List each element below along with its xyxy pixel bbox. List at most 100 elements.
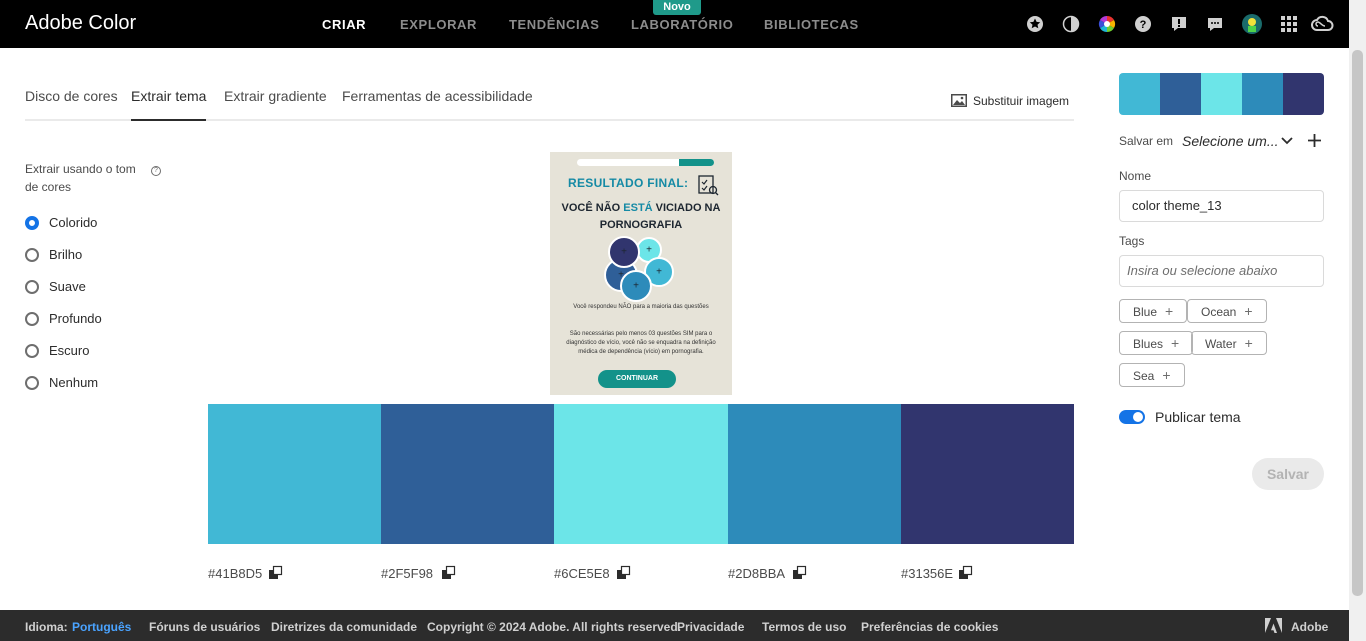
- copy-icon[interactable]: [441, 565, 456, 580]
- radio-button[interactable]: [25, 248, 39, 262]
- top-bar: Adobe Color CRIAR EXPLORAR TENDÊNCIAS LA…: [0, 0, 1366, 48]
- tag-label: Water: [1205, 337, 1237, 351]
- help-icon[interactable]: ?: [1134, 15, 1152, 33]
- tags-input[interactable]: Insira ou selecione abaixo: [1119, 255, 1324, 287]
- copy-icon[interactable]: [958, 565, 973, 580]
- hex-value-4[interactable]: #2D8BBA: [728, 566, 785, 581]
- color-swatch-5[interactable]: [901, 404, 1074, 544]
- publish-toggle[interactable]: [1119, 410, 1145, 424]
- nav-tendencias[interactable]: TENDÊNCIAS: [509, 17, 600, 32]
- radio-label: Escuro: [49, 343, 90, 358]
- tag-water[interactable]: Water +: [1191, 331, 1267, 355]
- save-button[interactable]: Salvar: [1252, 458, 1324, 490]
- source-image[interactable]: RESULTADO FINAL: VOCÊ NÃO ESTÁ VICIADO N…: [550, 152, 732, 395]
- footer: Idioma: Português Fóruns de usuários Dir…: [0, 610, 1349, 641]
- preview-swatch-2: [1160, 73, 1201, 115]
- publish-label: Publicar tema: [1155, 409, 1241, 425]
- hex-value-2[interactable]: #2F5F98: [381, 566, 433, 581]
- tab-extrair-gradiente[interactable]: Extrair gradiente: [224, 88, 327, 121]
- radio-label: Suave: [49, 279, 86, 294]
- chevron-down-icon[interactable]: [1281, 136, 1293, 146]
- color-wheel-icon[interactable]: [1098, 15, 1116, 33]
- adobe-logo-icon: [1265, 618, 1282, 633]
- footer-link-forums[interactable]: Fóruns de usuários: [149, 620, 260, 634]
- tag-label: Blue: [1133, 305, 1158, 319]
- radio-button[interactable]: [25, 216, 39, 230]
- copy-icon[interactable]: [616, 565, 631, 580]
- radio-label: Profundo: [49, 311, 102, 326]
- preview-swatch-5: [1283, 73, 1324, 115]
- tag-label: Sea: [1133, 369, 1155, 383]
- preview-swatch-4: [1242, 73, 1283, 115]
- plus-icon: +: [1244, 303, 1253, 319]
- plus-icon: +: [1244, 335, 1253, 351]
- preview-swatch-3: [1201, 73, 1242, 115]
- replace-image-button[interactable]: Substituir imagem: [951, 94, 1069, 108]
- scrollbar[interactable]: [1349, 0, 1366, 641]
- tab-disco-de-cores[interactable]: Disco de cores: [25, 88, 118, 121]
- creative-cloud-icon[interactable]: [1310, 15, 1334, 33]
- image-progress-bar: [577, 159, 714, 166]
- tag-label: Blues: [1133, 337, 1164, 351]
- color-swatch-4[interactable]: [728, 404, 901, 544]
- extract-mood-label: Extrair usando o tom de cores: [25, 162, 136, 194]
- color-swatch-3[interactable]: [554, 404, 728, 544]
- star-icon[interactable]: [1026, 15, 1044, 33]
- copy-icon[interactable]: [792, 565, 807, 580]
- theme-name-input[interactable]: color theme_13: [1119, 190, 1324, 222]
- color-swatch-2[interactable]: [381, 404, 554, 544]
- footer-link-privacy[interactable]: Privacidade: [677, 620, 744, 634]
- language-link[interactable]: Português: [72, 620, 131, 634]
- preview-swatch-1: [1119, 73, 1160, 115]
- scrollbar-thumb[interactable]: [1352, 50, 1363, 596]
- plus-icon: +: [1171, 335, 1180, 351]
- hex-value-5[interactable]: #31356E: [901, 566, 953, 581]
- image-line-2: São necessárias pelo menos 03 questões S…: [566, 331, 716, 355]
- name-label: Nome: [1119, 169, 1152, 183]
- avatar[interactable]: [1241, 13, 1263, 35]
- tab-extrair-tema[interactable]: Extrair tema: [131, 88, 207, 121]
- image-continue-button: CONTINUAR: [598, 370, 676, 388]
- apps-grid-icon[interactable]: [1280, 15, 1298, 33]
- add-library-button[interactable]: [1308, 134, 1321, 147]
- save-in-label: Salvar em: [1119, 134, 1174, 148]
- tag-blue[interactable]: Blue +: [1119, 299, 1188, 323]
- plus-icon: +: [1165, 303, 1174, 319]
- adobe-brand[interactable]: Adobe: [1291, 620, 1328, 634]
- tag-blues[interactable]: Blues +: [1119, 331, 1194, 355]
- contrast-icon[interactable]: [1062, 15, 1080, 33]
- tag-ocean[interactable]: Ocean +: [1187, 299, 1267, 323]
- plus-icon: +: [1162, 367, 1171, 383]
- help-icon[interactable]: ?: [151, 166, 161, 176]
- radio-label: Nenhum: [49, 375, 99, 390]
- tab-ferramentas-de-acessibilidade[interactable]: Ferramentas de acessibilidade: [342, 88, 533, 121]
- nav-bibliotecas[interactable]: BIBLIOTECAS: [764, 17, 859, 32]
- checklist-icon: [698, 175, 719, 196]
- color-picker-4[interactable]: +: [620, 270, 652, 302]
- footer-link-guidelines[interactable]: Diretrizes da comunidade: [271, 620, 417, 634]
- image-title: RESULTADO FINAL:: [568, 176, 689, 190]
- mode-tabs: Disco de cores Extrair tema Extrair grad…: [25, 88, 1074, 121]
- radio-button[interactable]: [25, 376, 39, 390]
- app-title[interactable]: Adobe Color: [25, 12, 136, 35]
- radio-button[interactable]: [25, 344, 39, 358]
- alert-icon[interactable]: [1170, 15, 1188, 33]
- radio-button[interactable]: [25, 312, 39, 326]
- hex-value-3[interactable]: #6CE5E8: [554, 566, 610, 581]
- library-select[interactable]: Selecione um...: [1182, 133, 1279, 149]
- language-label: Idioma:: [25, 620, 68, 634]
- tag-label: Ocean: [1201, 305, 1237, 319]
- footer-link-cookies[interactable]: Preferências de cookies: [861, 620, 998, 634]
- nav-criar[interactable]: CRIAR: [322, 17, 366, 32]
- copy-icon[interactable]: [268, 565, 283, 580]
- color-swatch-1[interactable]: [208, 404, 381, 544]
- chat-icon[interactable]: [1206, 15, 1224, 33]
- nav-laboratorio[interactable]: LABORATÓRIO: [631, 17, 733, 32]
- hex-value-1[interactable]: #41B8D5: [208, 566, 262, 581]
- image-line-1: Você respondeu NÃO para a maioria das qu…: [573, 304, 709, 310]
- radio-button[interactable]: [25, 280, 39, 294]
- tag-sea[interactable]: Sea +: [1119, 363, 1185, 387]
- nav-explorar[interactable]: EXPLORAR: [400, 17, 477, 32]
- footer-link-terms[interactable]: Termos de uso: [762, 620, 846, 634]
- color-picker-5[interactable]: +: [608, 236, 640, 268]
